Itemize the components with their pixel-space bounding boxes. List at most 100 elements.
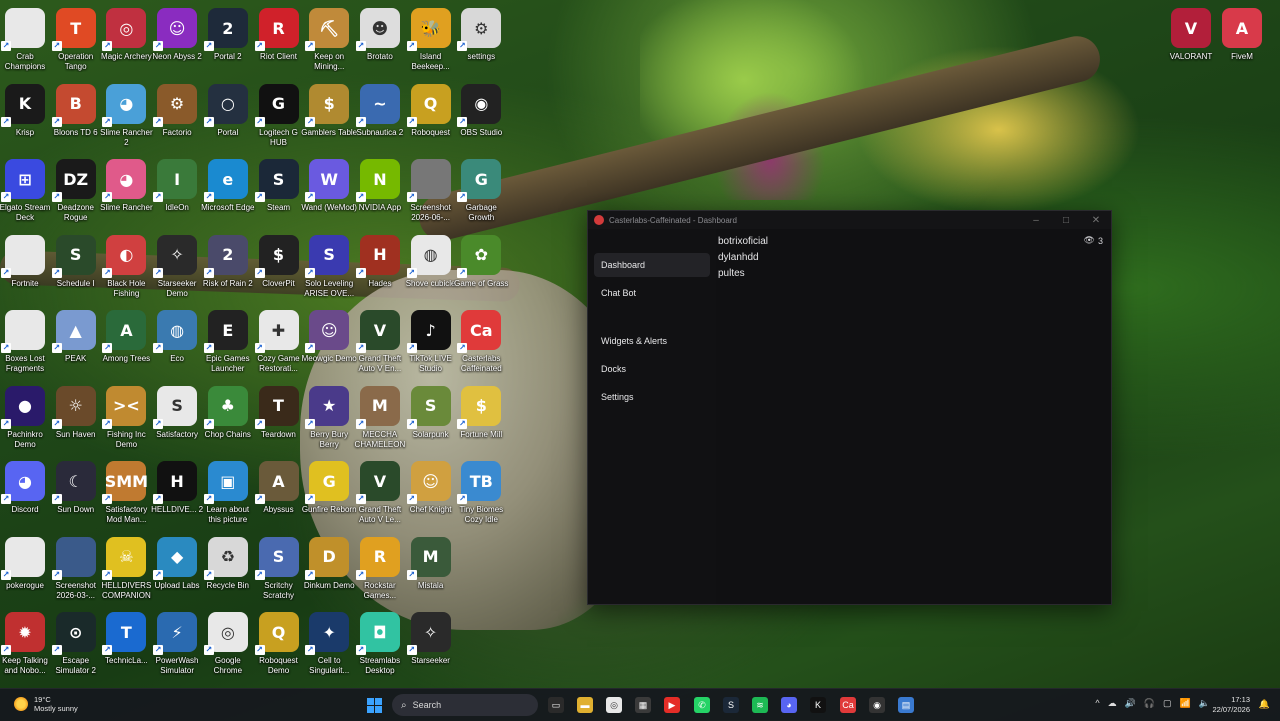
desktop-icon[interactable]: ↗ ✹ Keep Talking and Nobo...	[0, 610, 50, 682]
desktop-icon[interactable]: ↗ TB Tiny Biomes Cozy Idle	[456, 459, 506, 531]
desktop-icon[interactable]: ↗ ⊞ Elgato Stream Deck	[0, 157, 50, 229]
desktop-icon[interactable]: ↗ Screenshot 2026-06-...	[406, 157, 456, 229]
obs-icon[interactable]: ◉	[869, 697, 885, 713]
close-button[interactable]: ✕	[1081, 215, 1111, 226]
desktop-icon[interactable]: ↗ ◉ OBS Studio	[456, 82, 506, 154]
tray-icon[interactable]: ^	[1095, 698, 1099, 709]
desktop-icon[interactable]: ↗ D Dinkum Demo	[304, 535, 355, 607]
discord-icon[interactable]: ◕	[781, 697, 797, 713]
desktop-icon[interactable]: ↗ ○ Portal	[203, 82, 253, 154]
desktop-icon[interactable]: ↗ $ CloverPit	[254, 233, 304, 305]
desktop-icon[interactable]: ↗ T Teardown	[254, 384, 304, 456]
desktop-icon[interactable]: ↗ G Logitech G HUB	[254, 82, 304, 154]
desktop-icon[interactable]: A FiveM	[1217, 6, 1267, 78]
casterlabs-icon[interactable]: Ca	[840, 697, 856, 713]
desktop-icon[interactable]: ↗ >< Fishing Inc Demo	[101, 384, 151, 456]
desktop-icon[interactable]: ↗ H Hades	[355, 233, 405, 305]
desktop-icon[interactable]: ↗ ✚ Cozy Game Restorati...	[254, 308, 304, 380]
sidebar-item-dashboard[interactable]: Dashboard	[594, 253, 710, 277]
notification-icon[interactable]: 🔔	[1259, 699, 1270, 710]
desktop-icon[interactable]: ↗ ⚡ PowerWash Simulator	[152, 610, 202, 682]
desktop-icon[interactable]: ↗ A Among Trees	[101, 308, 151, 380]
desktop-icon[interactable]: ↗ ◐ Black Hole Fishing	[101, 233, 151, 305]
desktop-icon[interactable]: ↗ ✦ Cell to Singularit...	[304, 610, 354, 682]
desktop-icon[interactable]: ↗ V Grand Theft Auto V En...	[355, 308, 405, 380]
chrome-icon[interactable]: ◎	[606, 697, 622, 713]
desktop-icon[interactable]: ↗ ✧ Starseeker	[406, 610, 456, 682]
desktop-icon[interactable]: ↗ 2 Risk of Rain 2	[203, 233, 253, 305]
desktop-icon[interactable]: ↗ ☺ Chef Knight	[406, 459, 456, 531]
tray-icon[interactable]: 🎧	[1144, 698, 1155, 709]
desktop-icon[interactable]: ↗ Ca Casterlabs Caffeinated	[456, 308, 506, 380]
desktop-icon[interactable]: ↗ ⊙ Escape Simulator 2	[51, 610, 101, 682]
desktop-icon[interactable]: ↗ S Solarpunk	[406, 384, 456, 456]
desktop-icon[interactable]: ↗ ☺ Meowgic Demo	[302, 308, 357, 380]
viewer-item[interactable]: botrixoficial	[718, 234, 1111, 250]
desktop-icon[interactable]: ↗ T Operation Tango	[51, 6, 101, 78]
steam-icon[interactable]: S	[723, 697, 739, 713]
weather-widget[interactable]: 19°C Mostly sunny	[14, 695, 78, 713]
viewer-item[interactable]: pultes	[718, 266, 1111, 282]
desktop-icon[interactable]: ↗ ✿ Game of Grass	[454, 233, 508, 305]
desktop-icon[interactable]: ↗ ♪ TikTok LIVE Studio	[406, 308, 456, 380]
sidebar-item-widgets-alerts[interactable]: Widgets & Alerts	[594, 329, 710, 353]
desktop-icon[interactable]: ↗ ▲ PEAK	[51, 308, 101, 380]
desktop-icon[interactable]: ↗ H HELLDIVE... 2	[151, 459, 203, 531]
desktop-icon[interactable]: ↗ Crab Champions	[0, 6, 50, 78]
desktop-icon[interactable]: ↗ S Steam	[254, 157, 304, 229]
maximize-button[interactable]: □	[1051, 215, 1081, 226]
desktop-icon[interactable]: V VALORANT	[1166, 6, 1216, 78]
desktop-icon[interactable]: ↗ ☻ Brotato	[355, 6, 405, 78]
desktop-icon[interactable]: ↗ $ Gamblers Table	[301, 82, 357, 154]
desktop-icon[interactable]: ↗ ⚙ Factorio	[152, 82, 202, 154]
desktop-icon[interactable]: ↗ ▣ Learn about this picture	[203, 459, 253, 531]
start-button[interactable]	[367, 698, 382, 713]
tray-icon[interactable]: ▢	[1163, 698, 1172, 709]
desktop-icon[interactable]: ↗ ◍ Eco	[152, 308, 202, 380]
desktop-icon[interactable]: ↗ Screenshot 2026-03-...	[51, 535, 101, 607]
viewer-item[interactable]: dylanhdd	[718, 250, 1111, 266]
desktop-icon[interactable]: ↗ N NVIDIA App	[355, 157, 405, 229]
desktop-icon[interactable]: ↗ K Krisp	[0, 82, 50, 154]
desktop-icon[interactable]: ↗ S Solo Leveling ARISE OVE...	[304, 233, 354, 305]
desktop-icon[interactable]: ↗ G Gunfire Reborn	[302, 459, 357, 531]
desktop-icon[interactable]: ↗ W Wand (WeMod)	[301, 157, 357, 229]
desktop-icon[interactable]: ↗ R Rockstar Games...	[355, 535, 405, 607]
desktop-icon[interactable]: ↗ E Epic Games Launcher	[203, 308, 253, 380]
desktop-icon[interactable]: ↗ S Satisfactory	[152, 384, 202, 456]
spotify-icon[interactable]: ≋	[752, 697, 768, 713]
desktop-icon[interactable]: ↗ $ Fortune Mill	[456, 384, 506, 456]
desktop-icon[interactable]: ↗ ☾ Sun Down	[51, 459, 101, 531]
desktop-icon[interactable]: ↗ ◎ Google Chrome	[203, 610, 253, 682]
window-titlebar[interactable]: Casterlabs-Caffeinated - Dashboard – □ ✕	[588, 211, 1111, 229]
desktop-icon[interactable]: ↗ Fortnite	[0, 233, 50, 305]
desktop-icon[interactable]: ↗ ◘ Streamlabs Desktop	[355, 610, 405, 682]
desktop-icon[interactable]: ↗ ◎ Magic Archery	[101, 6, 152, 78]
desktop-icon[interactable]: ↗ ⛏ Keep on Mining...	[304, 6, 354, 78]
desktop-icon[interactable]: ↗ Q Roboquest Demo	[254, 610, 304, 682]
desktop-icon[interactable]: ↗ R Riot Client	[254, 6, 304, 78]
desktop-icon[interactable]: ↗ I IdleOn	[152, 157, 202, 229]
desktop-icon[interactable]: ↗ ● Pachinkro Demo	[0, 384, 50, 456]
desktop-icon[interactable]: ↗ S Scritchy Scratchy	[254, 535, 304, 607]
taskbar-search[interactable]: ⌕ Search	[392, 694, 538, 716]
desktop-icon[interactable]: ↗ ⚙ settings	[456, 6, 506, 78]
desktop-icon[interactable]: ↗ DZ Deadzone Rogue	[51, 157, 101, 229]
desktop-icon[interactable]: ↗ A Abyssus	[254, 459, 304, 531]
folder-icon[interactable]: ▬	[577, 697, 593, 713]
tray-icon[interactable]: ☁	[1108, 698, 1117, 709]
desktop-icon[interactable]: ↗ ♻ Recycle Bin	[203, 535, 253, 607]
desktop-icon[interactable]: ↗ e Microsoft Edge	[201, 157, 254, 229]
desktop-icon[interactable]: ↗ ♣ Chop Chains	[203, 384, 253, 456]
desktop-icon[interactable]: ↗ T TechnicLa...	[101, 610, 151, 682]
youtube-icon[interactable]: ▶	[664, 697, 680, 713]
desktop-icon[interactable]: ↗ ☼ Sun Haven	[51, 384, 101, 456]
desktop-icon[interactable]: ↗ ✧ Starseeker Demo	[152, 233, 202, 305]
store-icon[interactable]: ▦	[635, 697, 651, 713]
tray-icon[interactable]: 🔊	[1125, 698, 1136, 709]
desktop-icon[interactable]: ↗ M Mistala	[406, 535, 456, 607]
desktop-icon[interactable]: ↗ ◕ Discord	[0, 459, 50, 531]
file-explorer-icon[interactable]: ▭	[548, 697, 564, 713]
notepad-icon[interactable]: ▤	[898, 697, 914, 713]
desktop-icon[interactable]: ↗ ☠ HELLDIVERS COMPANION	[101, 535, 151, 607]
